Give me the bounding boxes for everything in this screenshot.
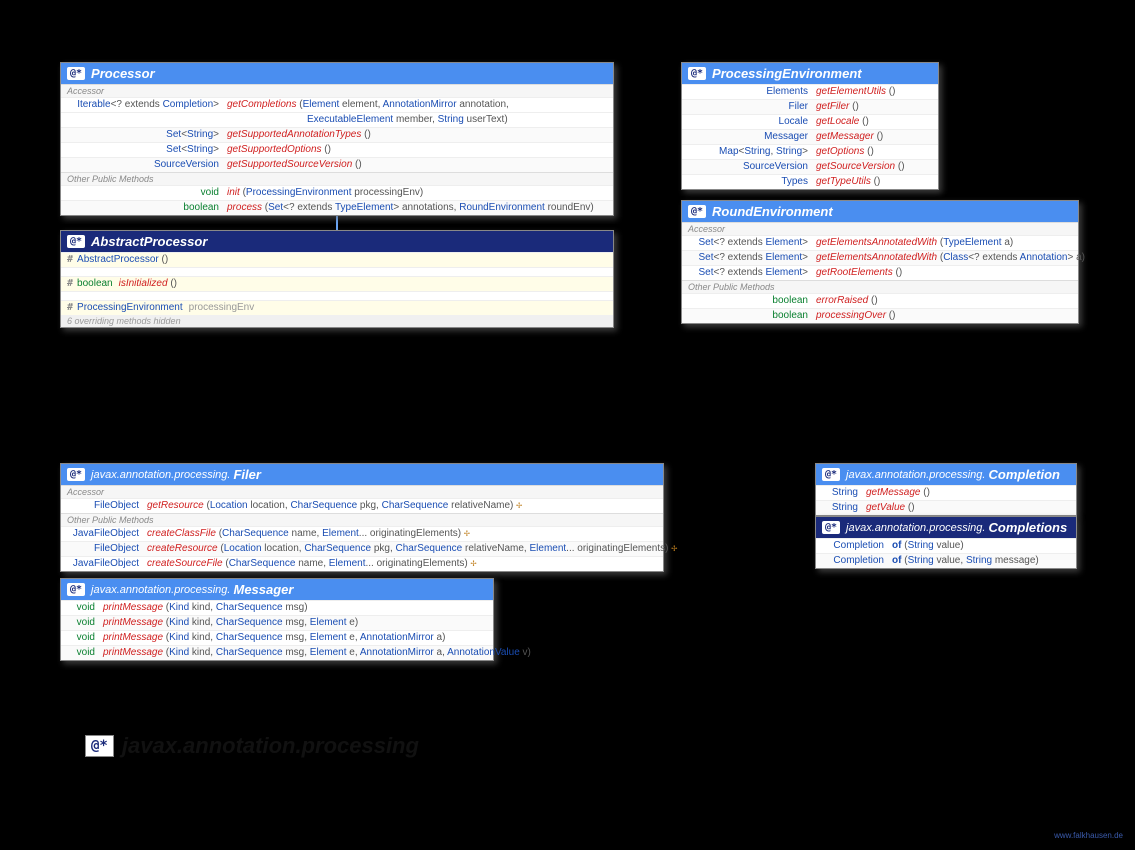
method-row: voidprintMessage (Kind kind, CharSequenc…	[61, 615, 493, 630]
package-title: @* javax.annotation.processing	[85, 733, 419, 759]
method-row: Set<String> getSupportedOptions ()	[61, 142, 613, 157]
method-row: StringgetMessage ()	[816, 485, 1076, 500]
spacer-row	[61, 291, 613, 300]
method-row: voidprintMessage (Kind kind, CharSequenc…	[61, 645, 493, 660]
method-row: SourceVersiongetSourceVersion ()	[682, 159, 938, 174]
method-row: JavaFileObjectcreateSourceFile (CharSequ…	[61, 556, 663, 571]
method-row: FileObjectgetResource (Location location…	[61, 498, 663, 513]
class-title: ProcessingEnvironment	[712, 66, 862, 81]
class-header: @* ProcessingEnvironment	[682, 63, 938, 84]
class-title: Processor	[91, 66, 155, 81]
stereotype-badge: @*	[85, 735, 114, 757]
class-header: @* Processor	[61, 63, 613, 84]
stereotype-badge: @*	[688, 67, 706, 80]
class-title: Messager	[233, 582, 293, 597]
class-box-roundenvironment: @* RoundEnvironment Accessor Set<? exten…	[681, 200, 1079, 324]
stereotype-badge: @*	[67, 583, 85, 596]
constructor-row: #AbstractProcessor ()	[61, 252, 613, 267]
method-row: Map<String, String>getOptions ()	[682, 144, 938, 159]
pkg-prefix: javax.annotation.processing.	[91, 469, 230, 481]
method-row: boolean process (Set<? extends TypeEleme…	[61, 200, 613, 215]
method-row: JavaFileObjectcreateClassFile (CharSeque…	[61, 526, 663, 541]
method-row: Iterable<? extends Completion> getComple…	[61, 97, 613, 112]
class-header: @* javax.annotation.processing. Completi…	[816, 464, 1076, 485]
method-row: Set<? extends Element>getElementsAnnotat…	[682, 235, 1078, 250]
section-accessor: Accessor	[61, 485, 663, 498]
pkg-prefix: javax.annotation.processing.	[846, 522, 985, 534]
section-other: Other Public Methods	[61, 513, 663, 526]
stereotype-badge: @*	[67, 468, 85, 481]
method-row: LocalegetLocale ()	[682, 114, 938, 129]
method-row: StringgetValue ()	[816, 500, 1076, 515]
class-header: @* RoundEnvironment	[682, 201, 1078, 222]
method-row: #boolean isInitialized ()	[61, 276, 613, 291]
pkg-prefix: javax.annotation.processing.	[846, 469, 985, 481]
class-title: RoundEnvironment	[712, 204, 833, 219]
stereotype-badge: @*	[67, 67, 85, 80]
method-row: SourceVersion getSupportedSourceVersion …	[61, 157, 613, 172]
method-row: FilergetFiler ()	[682, 99, 938, 114]
watermark: www.falkhausen.de	[1054, 831, 1123, 840]
field-row: #ProcessingEnvironment processingEnv	[61, 300, 613, 315]
method-row: TypesgetTypeUtils ()	[682, 174, 938, 189]
method-row: voidprintMessage (Kind kind, CharSequenc…	[61, 600, 493, 615]
method-row-cont: ExecutableElement member, String userTex…	[61, 112, 613, 127]
method-row: booleanprocessingOver ()	[682, 308, 1078, 323]
section-accessor: Accessor	[682, 222, 1078, 235]
method-row: FileObjectcreateResource (Location locat…	[61, 541, 663, 556]
class-box-processor: @* Processor Accessor Iterable<? extends…	[60, 62, 614, 216]
class-header: @* javax.annotation.processing. Messager	[61, 579, 493, 600]
method-row: Set<? extends Element>getRootElements ()	[682, 265, 1078, 280]
package-name: javax.annotation.processing	[122, 733, 419, 759]
method-row: void init (ProcessingEnvironment process…	[61, 185, 613, 200]
method-row: Set<String> getSupportedAnnotationTypes …	[61, 127, 613, 142]
method-row: Completionof (String value, String messa…	[816, 553, 1076, 568]
spacer-row	[61, 267, 613, 276]
class-box-filer: @* javax.annotation.processing. Filer Ac…	[60, 463, 664, 572]
method-row: Completionof (String value)	[816, 538, 1076, 553]
class-title: Completions	[988, 520, 1067, 535]
section-other: Other Public Methods	[61, 172, 613, 185]
stereotype-badge: @*	[688, 205, 706, 218]
class-header: @* javax.annotation.processing. Filer	[61, 464, 663, 485]
stereotype-badge: @*	[67, 235, 85, 248]
stereotype-badge: @*	[822, 468, 840, 481]
stereotype-badge: @*	[822, 521, 840, 534]
class-box-completions: @* javax.annotation.processing. Completi…	[815, 516, 1077, 569]
class-header: @* AbstractProcessor	[61, 231, 613, 252]
class-header: @* javax.annotation.processing. Completi…	[816, 517, 1076, 538]
class-box-messager: @* javax.annotation.processing. Messager…	[60, 578, 494, 661]
class-title: Completion	[988, 467, 1060, 482]
method-row: Set<? extends Element>getElementsAnnotat…	[682, 250, 1078, 265]
method-row: booleanerrorRaised ()	[682, 293, 1078, 308]
class-title: Filer	[233, 467, 260, 482]
method-row: MessagergetMessager ()	[682, 129, 938, 144]
section-other: Other Public Methods	[682, 280, 1078, 293]
method-row: ElementsgetElementUtils ()	[682, 84, 938, 99]
method-row: voidprintMessage (Kind kind, CharSequenc…	[61, 630, 493, 645]
class-title: AbstractProcessor	[91, 234, 207, 249]
class-box-processingenvironment: @* ProcessingEnvironment ElementsgetElem…	[681, 62, 939, 190]
pkg-prefix: javax.annotation.processing.	[91, 584, 230, 596]
section-accessor: Accessor	[61, 84, 613, 97]
class-box-abstractprocessor: @* AbstractProcessor #AbstractProcessor …	[60, 230, 614, 328]
class-box-completion: @* javax.annotation.processing. Completi…	[815, 463, 1077, 516]
hidden-methods-note: 6 overriding methods hidden	[61, 315, 613, 327]
